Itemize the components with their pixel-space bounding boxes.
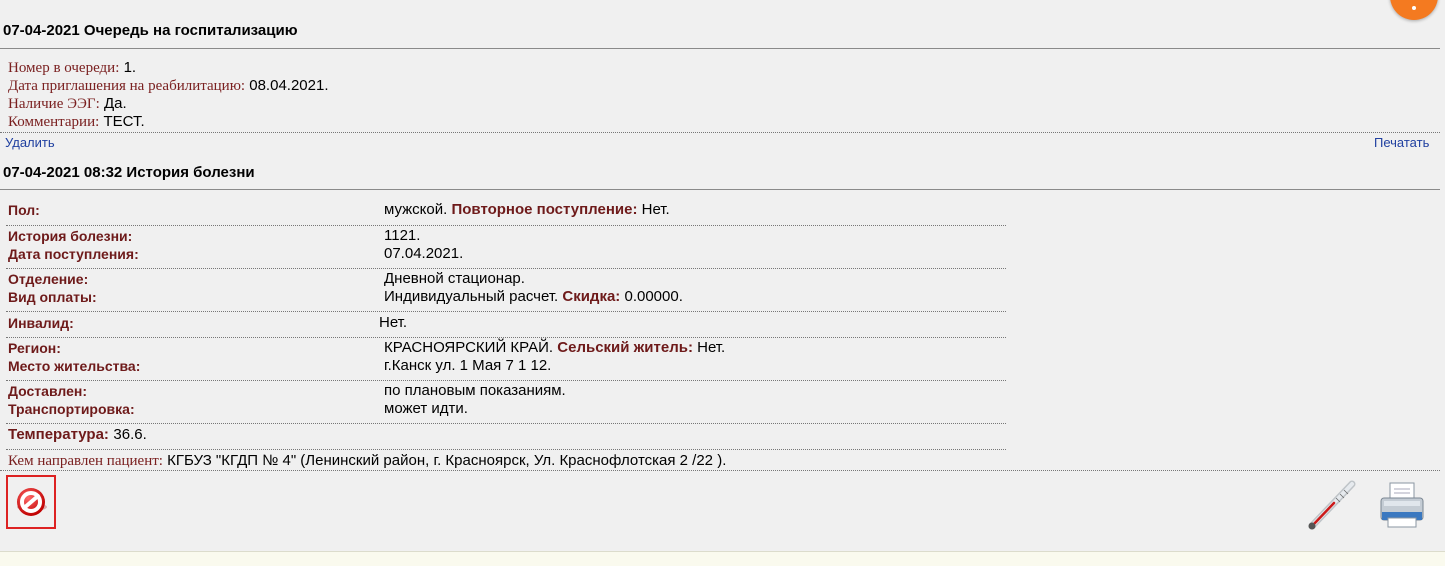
case-history-label: История болезни: (8, 228, 133, 244)
print-link[interactable]: Печатать (1374, 135, 1429, 150)
delete-button[interactable] (6, 475, 56, 529)
queue-row-number: Номер в очереди: 1. (8, 59, 136, 77)
thermometer-icon (1308, 480, 1356, 530)
payment-row-value: Индивидуальный расчет. Скидка: 0.00000. (384, 288, 683, 305)
disabled-label: Инвалид: (8, 315, 74, 331)
queue-eeg-value: Да. (103, 95, 127, 112)
department-label: Отделение: (8, 271, 89, 287)
queue-divider (0, 48, 1440, 49)
queue-eeg-label: Наличие ЭЭГ: (8, 96, 100, 112)
printer-icon (1380, 482, 1424, 528)
referred-row: Кем направлен пациент: КГБУЗ "КГДП № 4" … (8, 452, 726, 470)
row-divider (6, 268, 1006, 269)
admission-date-value: 07.04.2021. (384, 245, 464, 262)
queue-row-comments: Комментарии: ТЕСТ. (8, 113, 145, 131)
row-divider (6, 337, 1006, 338)
queue-number-label: Номер в очереди: (8, 60, 120, 76)
delivered-label: Доставлен: (8, 383, 87, 399)
sex-label: Пол: (8, 202, 40, 218)
row-divider (6, 380, 1006, 381)
delivered-value: по плановым показаниям. (384, 382, 566, 399)
sex-value: мужской. (384, 201, 448, 218)
queue-row-eeg: Наличие ЭЭГ: Да. (8, 95, 127, 113)
delete-link[interactable]: Удалить (5, 135, 55, 150)
temperature-value: 36.6. (113, 426, 147, 443)
region-label: Регион: (8, 340, 61, 356)
discount-value: 0.00000. (624, 288, 683, 305)
queue-comments-value: ТЕСТ. (103, 113, 145, 130)
temperature-label: Температура: (8, 426, 109, 443)
queue-comments-label: Комментарии: (8, 114, 100, 130)
floating-action-button[interactable] (1390, 0, 1438, 20)
no-entry-icon (17, 488, 47, 516)
row-divider (6, 449, 1006, 450)
residence-label: Место жительства: (8, 358, 141, 374)
queue-title: 07-04-2021 Очередь на госпитализацию (3, 22, 298, 39)
queue-invite-label: Дата приглашения на реабилитацию: (8, 78, 246, 94)
region-row-value: КРАСНОЯРСКИЙ КРАЙ. Сельский житель: Нет. (384, 339, 725, 356)
referred-value: КГБУЗ "КГДП № 4" (Ленинский район, г. Кр… (167, 452, 727, 469)
admission-date-label: Дата поступления: (8, 246, 139, 262)
bottom-panel (0, 551, 1445, 566)
transport-value: может идти. (384, 400, 468, 417)
rural-label: Сельский житель: (557, 339, 693, 356)
repeat-admission-label: Повторное поступление: (451, 201, 638, 218)
print-button[interactable] (1378, 480, 1426, 535)
row-divider (6, 311, 1006, 312)
region-value: КРАСНОЯРСКИЙ КРАЙ. (384, 339, 554, 356)
discount-label: Скидка: (562, 288, 621, 305)
thermometer-button[interactable] (1304, 480, 1360, 537)
row-divider (6, 423, 1006, 424)
queue-bottom-divider (0, 132, 1440, 133)
temperature-row: Температура: 36.6. (8, 426, 147, 444)
row-divider (6, 225, 1006, 226)
history-bottom-divider (0, 470, 1440, 471)
case-history-value: 1121. (384, 227, 421, 244)
queue-number-value: 1. (123, 59, 137, 76)
payment-value: Индивидуальный расчет. (384, 288, 559, 305)
referred-label: Кем направлен пациент: (8, 453, 163, 469)
sex-row-value: мужской. Повторное поступление: Нет. (384, 201, 670, 218)
history-divider (0, 189, 1440, 190)
queue-invite-value: 08.04.2021. (249, 77, 329, 94)
residence-value: г.Канск ул. 1 Мая 7 1 12. (384, 357, 552, 374)
rural-value: Нет. (697, 339, 726, 356)
fab-dot (1412, 6, 1416, 10)
disabled-value: Нет. (379, 314, 408, 331)
transport-label: Транспортировка: (8, 401, 135, 417)
history-title: 07-04-2021 08:32 История болезни (3, 164, 255, 181)
department-value: Дневной стационар. (384, 270, 525, 287)
repeat-admission-value: Нет. (641, 201, 670, 218)
queue-row-invite: Дата приглашения на реабилитацию: 08.04.… (8, 77, 329, 95)
payment-label: Вид оплаты: (8, 289, 97, 305)
